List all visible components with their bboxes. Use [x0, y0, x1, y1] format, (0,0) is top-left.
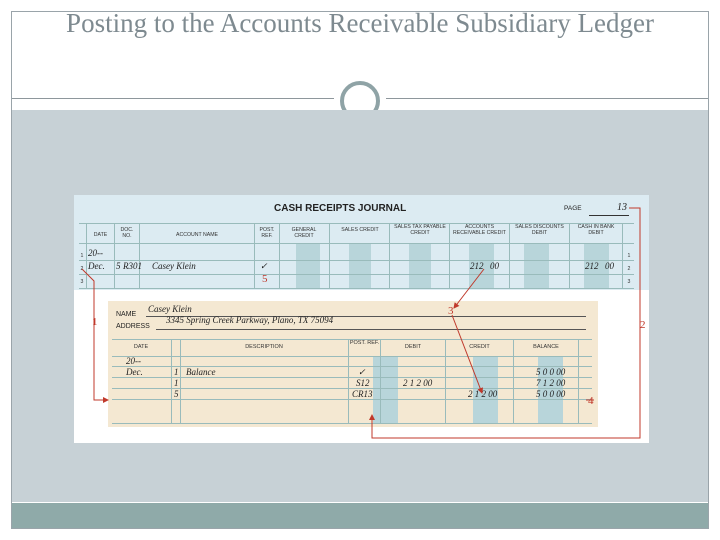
marker-3: 3 [448, 305, 454, 317]
posting-arrows [81, 207, 641, 439]
marker-1: 1 [92, 316, 98, 328]
arrow-page-posting [369, 207, 641, 439]
slide-title: Posting to the Accounts Receivable Subsi… [66, 8, 654, 38]
arrow-amount-up [453, 268, 485, 309]
title-divider-left [12, 98, 334, 99]
marker-2: 2 [640, 319, 646, 331]
footer-bar [12, 503, 708, 528]
posting-illustration: CASH RECEIPTS JOURNAL PAGE 13 DATE DOC. … [74, 195, 649, 443]
arrow-date-posting [81, 268, 109, 403]
marker-4: 4 [588, 395, 594, 407]
arrow-amount-down [451, 314, 484, 394]
title-divider-right [386, 98, 708, 99]
